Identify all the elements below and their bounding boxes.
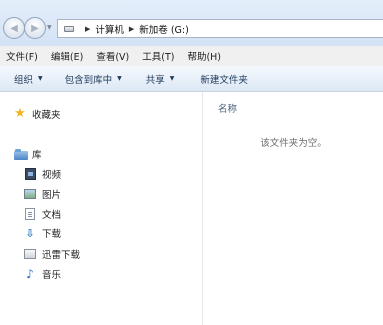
breadcrumb-separator-icon[interactable]: ▶ — [129, 25, 134, 33]
navigation-pane[interactable]: ★ 收藏夹 库 视频 图片 文档 ⇩ 下载 迅雷下载 ♪ 音乐 — [0, 92, 203, 325]
recent-pages-dropdown-icon[interactable]: ▼ — [47, 24, 52, 31]
menu-view[interactable]: 查看(V) — [96, 49, 129, 63]
download-icon: ⇩ — [25, 226, 35, 240]
chevron-down-icon: ▼ — [117, 75, 122, 82]
nav-item-downloads[interactable]: ⇩ 下载 — [24, 226, 62, 241]
nav-item-pictures[interactable]: 图片 — [24, 187, 61, 201]
breadcrumb-drive-g[interactable]: 新加卷 (G:) — [139, 22, 189, 36]
chevron-down-icon: ▼ — [169, 75, 175, 82]
menu-edit[interactable]: 编辑(E) — [51, 49, 83, 63]
file-list-pane[interactable]: 名称 该文件夹为空。 — [204, 92, 383, 325]
music-icon: ♪ — [26, 267, 34, 281]
nav-item-libraries[interactable]: 库 — [14, 147, 42, 161]
thunder-download-icon — [24, 248, 36, 260]
back-button[interactable]: ◀ — [3, 17, 25, 39]
nav-item-label: 下载 — [42, 229, 62, 240]
breadcrumb-separator-icon[interactable]: ▶ — [85, 25, 90, 33]
star-icon: ★ — [14, 106, 26, 121]
title-navigation-bar: ◀ ▶ ▼ ▶ 计算机 ▶ 新加卷 (G:) — [0, 0, 383, 46]
nav-item-label: 迅雷下载 — [42, 250, 81, 261]
share-button[interactable]: 共享 ▼ — [146, 72, 175, 86]
command-toolbar: 组织 ▼ 包含到库中 ▼ 共享 ▼ 新建文件夹 — [0, 66, 383, 92]
chevron-down-icon: ▼ — [38, 75, 43, 82]
library-icon — [14, 148, 28, 160]
address-bar[interactable]: ▶ 计算机 ▶ 新加卷 (G:) — [57, 19, 383, 38]
new-folder-label: 新建文件夹 — [200, 74, 248, 86]
drive-icon — [64, 25, 74, 32]
menu-tools[interactable]: 工具(T) — [142, 49, 174, 63]
nav-item-label: 图片 — [42, 190, 62, 201]
column-header-name[interactable]: 名称 — [218, 101, 237, 115]
nav-item-label: 音乐 — [42, 270, 62, 281]
picture-library-icon — [24, 188, 36, 200]
breadcrumb-computer[interactable]: 计算机 — [95, 22, 124, 36]
empty-folder-message: 该文件夹为空。 — [260, 138, 327, 149]
nav-item-documents[interactable]: 文档 — [24, 207, 61, 221]
nav-item-label: 库 — [32, 150, 42, 161]
menu-help[interactable]: 帮助(H) — [187, 49, 221, 63]
nav-item-favorites[interactable]: ★ 收藏夹 — [14, 106, 61, 121]
forward-arrow-icon: ▶ — [31, 22, 39, 34]
menu-file[interactable]: 文件(F) — [6, 49, 38, 63]
back-arrow-icon: ◀ — [10, 22, 18, 34]
nav-item-label: 视频 — [42, 170, 62, 181]
forward-button[interactable]: ▶ — [24, 17, 46, 39]
organize-label: 组织 — [14, 74, 34, 86]
organize-button[interactable]: 组织 ▼ — [14, 72, 43, 86]
nav-item-thunder-downloads[interactable]: 迅雷下载 — [24, 247, 80, 261]
share-label: 共享 — [145, 74, 165, 86]
menu-bar: 文件(F) 编辑(E) 查看(V) 工具(T) 帮助(H) — [0, 46, 383, 66]
nav-item-label: 收藏夹 — [32, 110, 61, 121]
nav-item-music[interactable]: ♪ 音乐 — [24, 267, 61, 281]
nav-item-videos[interactable]: 视频 — [24, 167, 61, 181]
new-folder-button[interactable]: 新建文件夹 — [200, 72, 248, 86]
nav-item-label: 文档 — [42, 210, 62, 221]
include-in-library-button[interactable]: 包含到库中 ▼ — [65, 72, 122, 86]
video-library-icon — [24, 168, 36, 180]
document-library-icon — [24, 208, 36, 220]
include-in-library-label: 包含到库中 — [64, 74, 113, 86]
